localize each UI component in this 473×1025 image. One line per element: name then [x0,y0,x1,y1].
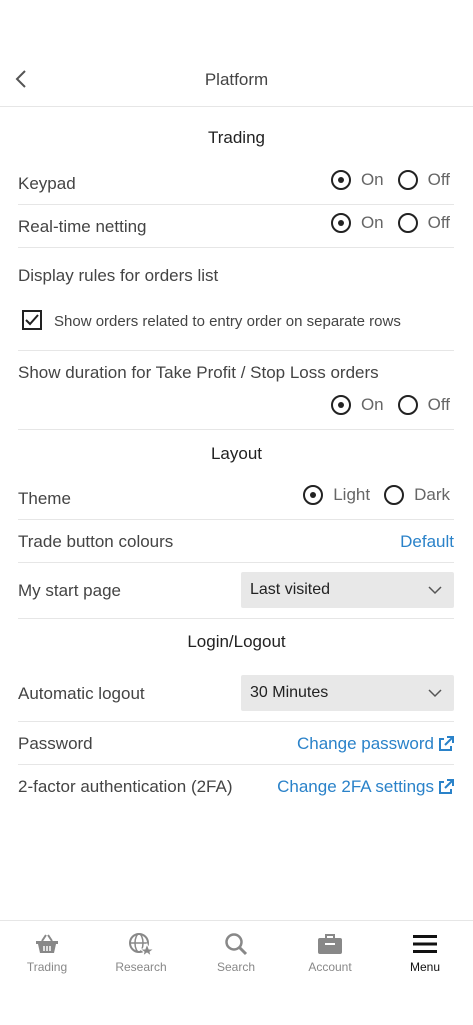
show-orders-checkbox[interactable] [22,310,42,330]
netting-label: Real-time netting [18,217,147,236]
tab-menu[interactable]: Menu [378,931,472,974]
netting-off-radio[interactable] [397,213,418,233]
keypad-on-option[interactable]: On [330,170,384,190]
change-2fa-link[interactable]: Change 2FA settings [277,777,454,797]
theme-row: Theme Light Dark [18,477,454,520]
tab-trading[interactable]: Trading [0,931,94,974]
start-page-row: My start page Last visited [18,563,454,619]
keypad-on-radio[interactable] [330,170,351,190]
external-link-icon [439,736,454,751]
section-title-layout: Layout [210,444,263,463]
auto-logout-label: Automatic logout [18,684,145,703]
tab-account-label: Account [308,960,352,974]
netting-off-option[interactable]: Off [397,213,450,233]
trade-colours-label: Trade button colours [18,532,174,551]
theme-light-option[interactable]: Light [303,485,370,505]
start-page-label: My start page [18,581,121,600]
change-password-link[interactable]: Change password [297,734,454,754]
external-link-icon [439,779,454,794]
netting-on-label: On [360,213,384,232]
password-label: Password [18,734,93,753]
top-bar: Platform [0,56,473,107]
tab-menu-label: Menu [409,960,441,974]
page-title: Platform [204,70,269,89]
tab-trading-label: Trading [26,960,68,974]
change-2fa-text: Change 2FA settings [277,777,434,796]
theme-dark-label: Dark [414,485,450,504]
theme-light-radio[interactable] [303,485,324,505]
basket-icon [36,934,58,953]
keypad-off-label: Off [427,170,450,189]
duration-off-option[interactable]: Off [397,395,450,415]
auto-logout-value: 30 Minutes [250,684,329,701]
duration-on-option[interactable]: On [330,395,384,415]
keypad-label: Keypad [18,174,76,193]
change-password-text: Change password [296,734,434,753]
keypad-off-radio[interactable] [397,170,418,190]
duration-off-radio[interactable] [397,395,418,415]
theme-dark-radio[interactable] [384,485,405,505]
keypad-row: Keypad On Off [18,162,454,205]
tab-search[interactable]: Search [189,931,283,974]
briefcase-icon [318,934,342,954]
auto-logout-row: Automatic logout 30 Minutes [18,666,454,722]
duration-row: Show duration for Take Profit / Stop Los… [18,351,454,430]
start-page-select[interactable]: Last visited [241,572,454,608]
netting-off-label: Off [427,213,450,232]
trade-colours-default-link[interactable]: Default [400,532,454,552]
section-title-login: Login/Logout [187,632,286,651]
auto-logout-select[interactable]: 30 Minutes [241,675,454,711]
netting-on-radio[interactable] [330,213,351,233]
twofa-row: 2-factor authentication (2FA) Change 2FA… [18,765,454,807]
checkmark-icon [25,314,39,326]
duration-label: Show duration for Take Profit / Stop Los… [18,363,379,382]
tab-account[interactable]: Account [283,931,377,974]
show-orders-label: Show orders related to entry order on se… [54,313,401,330]
password-row: Password Change password [18,722,454,765]
netting-on-option[interactable]: On [330,213,384,233]
theme-label: Theme [18,489,71,508]
theme-light-label: Light [333,485,371,504]
hamburger-icon [413,935,437,953]
search-icon [225,933,248,956]
theme-dark-option[interactable]: Dark [384,485,450,505]
globe-star-icon [129,933,154,956]
chevron-down-icon [428,689,442,698]
tab-research[interactable]: Research [94,931,188,974]
tab-search-label: Search [216,960,256,974]
section-title-trading: Trading [207,128,265,147]
twofa-label: 2-factor authentication (2FA) [18,777,233,796]
duration-off-label: Off [427,395,450,414]
display-rules-row: Display rules for orders list Show order… [18,248,454,351]
display-rules-label: Display rules for orders list [18,266,219,285]
duration-on-radio[interactable] [330,395,351,415]
keypad-off-option[interactable]: Off [397,170,450,190]
keypad-on-label: On [360,170,384,189]
tab-research-label: Research [115,960,167,974]
netting-row: Real-time netting On Off [18,205,454,248]
trade-colours-row: Trade button colours Default [18,520,454,563]
start-page-value: Last visited [250,581,331,598]
bottom-tab-bar: Trading Research Search Account Menu [0,920,473,1025]
duration-on-label: On [360,395,384,414]
chevron-down-icon [428,586,442,595]
